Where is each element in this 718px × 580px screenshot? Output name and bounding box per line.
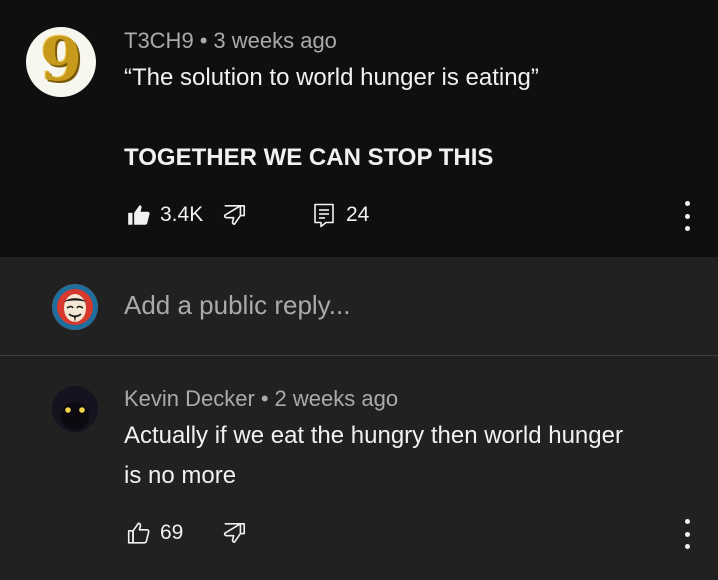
reply-like-count: 69	[160, 521, 184, 544]
comment-text-line-1: “The solution to world hunger is eating”	[124, 64, 539, 91]
reply-time[interactable]: 2 weeks ago	[275, 386, 399, 411]
reply-meta: Kevin Decker • 2 weeks ago	[124, 386, 398, 412]
replies-button[interactable]: 24	[312, 202, 369, 228]
comment-author[interactable]: T3CH9	[124, 28, 194, 53]
main-comment: 9 T3CH9 • 3 weeks ago “The solution to wor…	[0, 0, 718, 257]
comment-text-line-2: TOGETHER WE CAN STOP THIS	[124, 144, 494, 171]
comment-meta: T3CH9 • 3 weeks ago	[124, 28, 337, 54]
avatar[interactable]: 9	[26, 27, 96, 97]
like-button[interactable]: 3.4K	[126, 202, 203, 228]
comment-icon	[312, 202, 336, 228]
reply-more-options-icon[interactable]	[677, 519, 697, 549]
reply-dislike-button[interactable]	[222, 520, 248, 546]
thumbs-down-outline-icon	[222, 202, 248, 228]
meta-separator: •	[199, 28, 208, 53]
reply-text-line-2: is no more	[124, 462, 237, 489]
thumbs-up-filled-icon	[126, 202, 152, 228]
reply-input[interactable]: Add a public reply...	[124, 290, 350, 321]
divider	[0, 355, 718, 356]
reply-avatar[interactable]	[52, 386, 98, 432]
comment-time[interactable]: 3 weeks ago	[213, 28, 337, 53]
more-options-icon[interactable]	[677, 201, 697, 231]
reply-author[interactable]: Kevin Decker	[124, 386, 255, 411]
user-avatar[interactable]	[52, 284, 98, 330]
like-count: 3.4K	[160, 203, 204, 226]
reply-bar	[0, 257, 718, 355]
avatar-letter: 9	[40, 27, 82, 95]
thumbs-up-outline-icon	[126, 520, 152, 546]
reply-like-button[interactable]: 69	[126, 520, 183, 546]
meta-separator: •	[260, 386, 269, 411]
dislike-button[interactable]	[222, 202, 248, 228]
reply-text-line-1: Actually if we eat the hungry then world…	[124, 422, 623, 449]
reply-count: 24	[346, 203, 370, 226]
thumbs-down-outline-icon	[222, 520, 248, 546]
